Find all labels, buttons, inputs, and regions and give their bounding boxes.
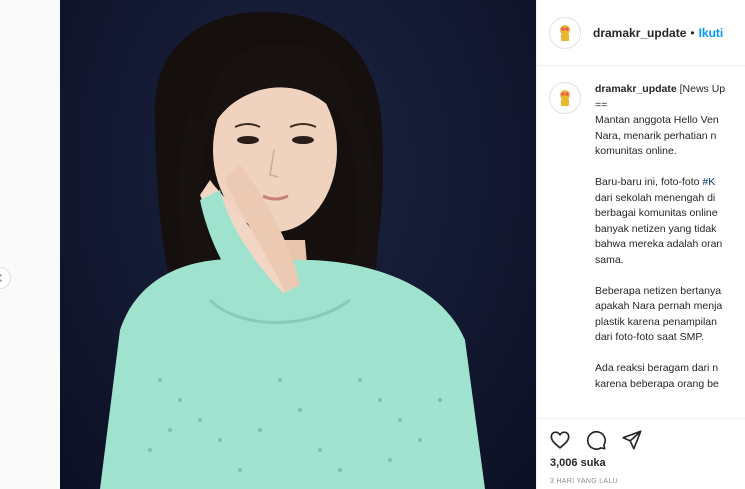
caption-paragraph-4: Ada reaksi beragam dari n karena beberap… bbox=[595, 361, 745, 392]
post-photo[interactable] bbox=[60, 0, 536, 489]
caption-paragraph-1: Mantan anggota Hello Ven Nara, menarik p… bbox=[595, 113, 745, 160]
caption-line: Baru-baru ini, foto-foto bbox=[595, 176, 703, 188]
caption-line: komunitas online. bbox=[595, 145, 677, 157]
follow-button[interactable]: Ikuti bbox=[699, 26, 724, 40]
like-count[interactable]: 3,006 suka bbox=[537, 451, 745, 469]
caption-first-line: [News Up bbox=[679, 83, 726, 95]
caption-line: karena beberapa orang be bbox=[595, 377, 719, 390]
post-image bbox=[100, 11, 485, 489]
caption-line: berbagai komunitas online bbox=[595, 207, 718, 219]
post-sidebar: dramakr_update • Ikuti dramakr_update [N… bbox=[536, 0, 745, 489]
prev-post-button[interactable] bbox=[0, 267, 11, 289]
heart-icon[interactable] bbox=[549, 429, 571, 451]
post-timestamp: 3 HARI YANG LALU bbox=[550, 478, 618, 485]
caption-line: dari sekolah menengah di bbox=[595, 191, 716, 204]
header-username[interactable]: dramakr_update bbox=[593, 26, 686, 40]
caption-paragraph-3: Beberapa netizen bertanya apakah Nara pe… bbox=[595, 284, 745, 346]
caption-text: dramakr_update [News Up == Mantan anggot… bbox=[595, 82, 745, 408]
post-header: dramakr_update • Ikuti bbox=[537, 0, 745, 66]
avatar[interactable] bbox=[549, 16, 581, 49]
separator-dot: • bbox=[690, 25, 695, 40]
profile-logo-icon bbox=[560, 24, 570, 41]
caption-paragraph-2: Baru-baru ini, foto-foto #K dari sekolah… bbox=[595, 175, 745, 268]
caption-line: plastik karena penampilan bbox=[595, 315, 717, 328]
comment-icon[interactable] bbox=[585, 429, 607, 451]
caption-line: dari foto-foto saat SMP. bbox=[595, 331, 704, 343]
post-actions: 3,006 suka 3 HARI YANG LALU bbox=[537, 418, 745, 489]
caption-username[interactable]: dramakr_update bbox=[595, 83, 677, 95]
caption-avatar[interactable] bbox=[549, 82, 581, 114]
share-icon[interactable] bbox=[621, 429, 643, 451]
chevron-left-icon bbox=[0, 273, 3, 283]
caption-line: Ada reaksi beragam dari n bbox=[595, 362, 719, 374]
caption-line: == bbox=[595, 98, 608, 111]
caption-line: banyak netizen yang tidak bbox=[595, 222, 717, 235]
caption-line: Mantan anggota Hello Ven bbox=[595, 114, 719, 126]
hashtag-link[interactable]: #K bbox=[702, 176, 715, 188]
caption-line: sama. bbox=[595, 253, 624, 266]
caption-line: bahwa mereka adalah oran bbox=[595, 238, 723, 250]
profile-logo-icon bbox=[560, 90, 570, 106]
comments-section[interactable]: dramakr_update [News Up == Mantan anggot… bbox=[549, 82, 745, 417]
caption-line: apakah Nara pernah menja bbox=[595, 300, 723, 312]
caption-line: Beberapa netizen bertanya bbox=[595, 284, 722, 297]
caption-line: Nara, menarik perhatian n bbox=[595, 129, 717, 142]
